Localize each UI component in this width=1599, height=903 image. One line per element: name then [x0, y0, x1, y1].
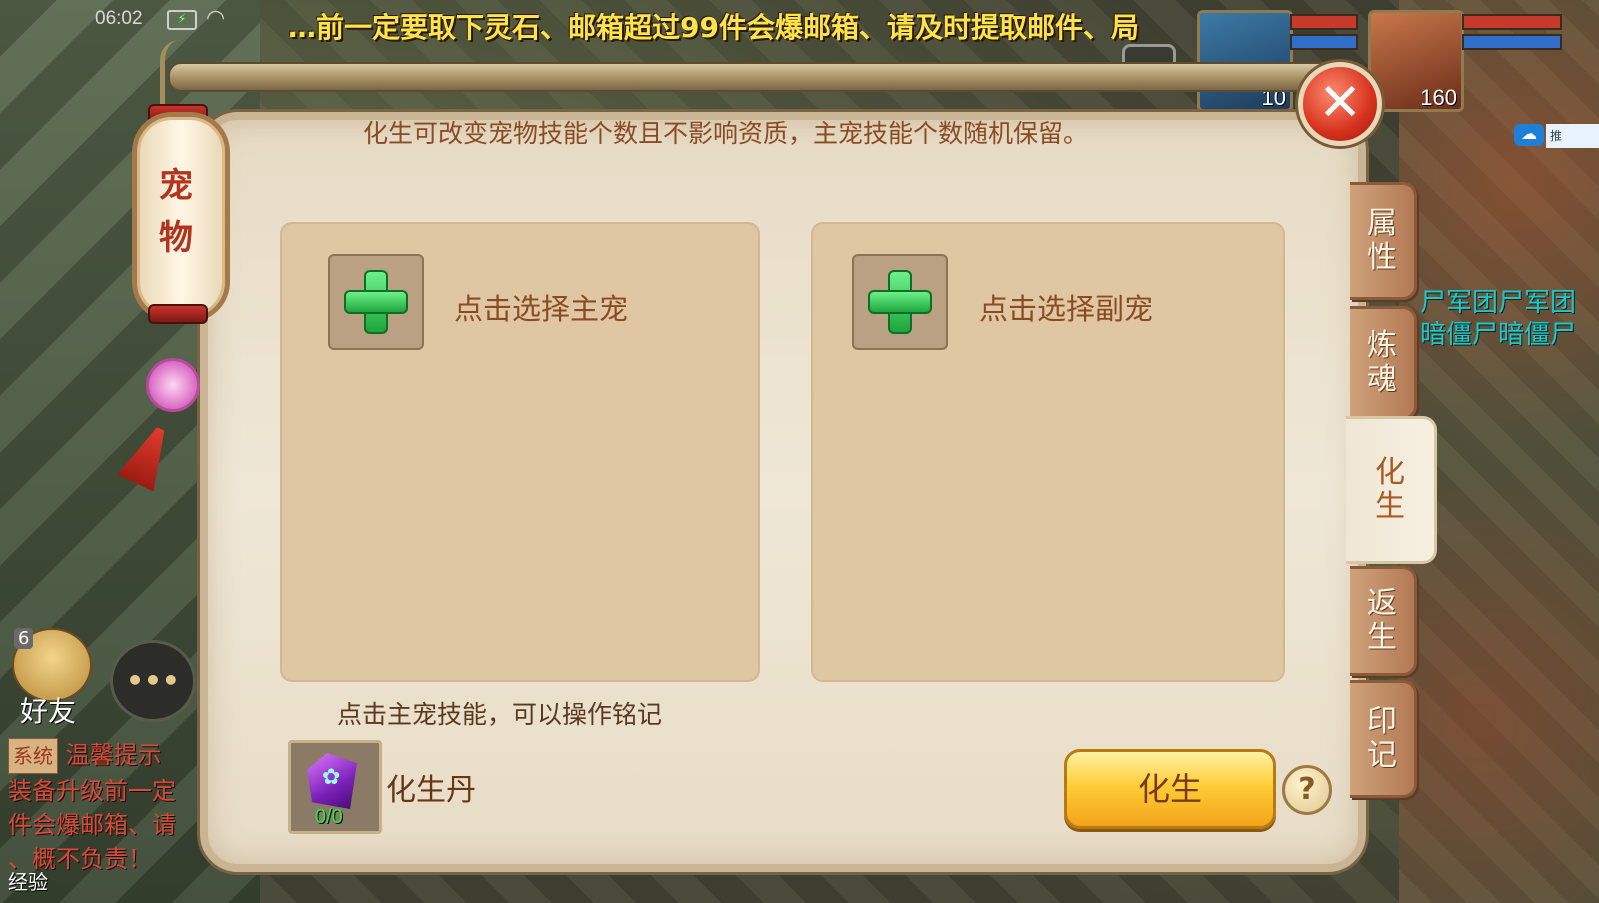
exp-label: 经验	[8, 870, 48, 894]
panel-title: 宠 物	[150, 160, 202, 264]
tab-refine-soul[interactable]: 炼 魂	[1350, 306, 1417, 420]
paw-icon: ✿	[322, 765, 341, 790]
tab-label: 魂	[1367, 362, 1397, 397]
tab-return[interactable]: 返 生	[1350, 566, 1417, 676]
lantern-cap	[148, 304, 208, 324]
clock: 06:02	[95, 8, 143, 29]
tab-label: 印	[1367, 704, 1397, 739]
pet-portrait[interactable]: 10	[1197, 10, 1293, 112]
pet-hp-bar	[1290, 14, 1358, 30]
plus-icon-bar	[868, 290, 932, 314]
rebirth-button[interactable]: 化生	[1064, 749, 1276, 829]
player-mp-bar	[1462, 34, 1562, 50]
player-level: 160	[1420, 85, 1457, 110]
tab-rebirth[interactable]: 化 生	[1346, 416, 1437, 564]
wifi-icon: ◠	[206, 6, 226, 31]
chat-log[interactable]: 系统 温馨提示 装备升级前一定 件会爆邮箱、请 、概不负责！	[8, 738, 203, 876]
charm-icon	[146, 358, 200, 412]
panel-title-char-2: 物	[159, 218, 193, 258]
plus-icon-bar	[344, 290, 408, 314]
chat-line: 件会爆邮箱、请	[8, 811, 176, 839]
rebirth-description: 化生可改变宠物技能个数且不影响资质，主宠技能个数随机保留。	[363, 119, 1089, 148]
player-portrait[interactable]: 160	[1368, 10, 1464, 112]
main-pet-slot[interactable]: 点击选择主宠	[280, 222, 760, 682]
tab-label: 性	[1367, 240, 1397, 275]
friend-label[interactable]: 好友	[20, 690, 76, 730]
tab-label: 生	[1375, 489, 1405, 524]
main-pet-label: 点击选择主宠	[454, 292, 629, 326]
chat-line: 装备升级前一定	[8, 777, 176, 805]
skill-engrave-hint: 点击主宠技能，可以操作铭记	[337, 700, 663, 729]
add-main-pet-button[interactable]	[328, 254, 424, 350]
sub-pet-slot[interactable]: 点击选择副宠	[811, 222, 1285, 682]
sub-pet-label: 点击选择副宠	[979, 292, 1154, 326]
panel-top-rail	[168, 62, 1352, 92]
battery-icon: ⚡	[167, 10, 197, 30]
tab-engrave[interactable]: 印 记	[1350, 680, 1417, 798]
system-tag: 系统	[8, 738, 58, 774]
cloud-icon[interactable]: ☁	[1514, 124, 1544, 146]
tab-attributes[interactable]: 属 性	[1350, 182, 1417, 300]
tab-label: 化	[1375, 455, 1405, 490]
monster-name-2: 暗僵尸暗僵尸	[1420, 320, 1577, 350]
close-button[interactable]: ✕	[1298, 62, 1382, 146]
item-name: 化生丹	[386, 773, 476, 808]
announcement-marquee: …前一定要取下灵石、邮箱超过99件会爆邮箱、请及时提取邮件、局	[288, 11, 1139, 44]
tab-label: 返	[1367, 586, 1397, 621]
panel-title-char-1: 宠	[159, 166, 193, 206]
pet-mp-bar	[1290, 34, 1358, 50]
tab-label: 属	[1367, 206, 1397, 241]
add-sub-pet-button[interactable]	[852, 254, 948, 350]
item-count: 0/0	[315, 806, 343, 828]
chat-line: 温馨提示	[65, 741, 162, 769]
tab-label: 记	[1367, 738, 1397, 773]
friend-count-badge: 6	[14, 628, 34, 649]
player-hp-bar	[1462, 14, 1562, 30]
chat-button[interactable]: •••	[110, 640, 196, 722]
tab-label: 生	[1367, 620, 1397, 655]
side-push-button[interactable]: 推	[1546, 124, 1599, 148]
help-button[interactable]: ?	[1282, 765, 1332, 815]
tab-label: 炼	[1367, 328, 1397, 363]
rebirth-pill-slot[interactable]: ✿ 0/0	[288, 740, 382, 834]
